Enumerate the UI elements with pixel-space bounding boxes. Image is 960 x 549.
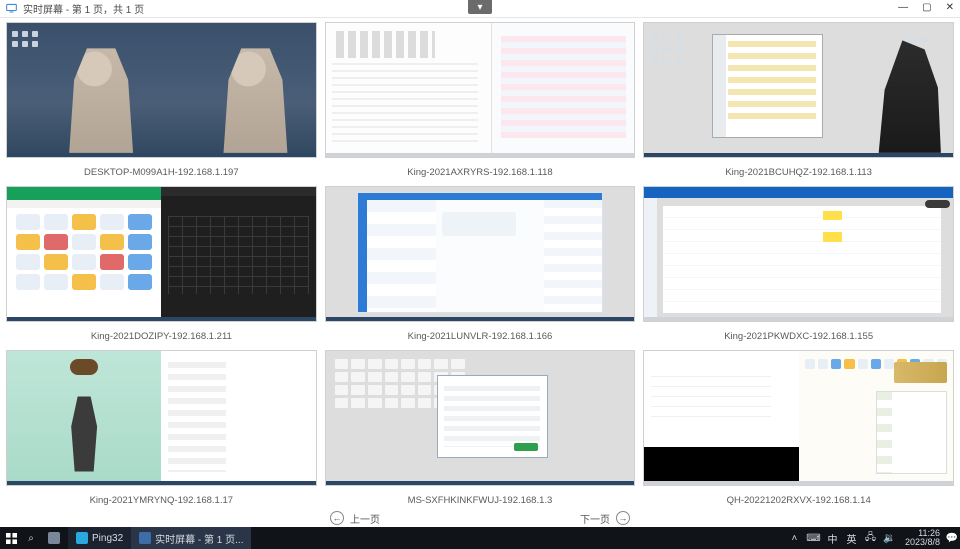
screen-thumb[interactable]: King-2021YMRYNQ-192.168.1.17 <box>6 350 317 509</box>
os-taskbar: ⌕ Ping32 实时屏幕 - 第 1 页... ˄ ⌨ 中 英 🖧 🔉 11:… <box>0 527 960 549</box>
screen-preview <box>6 350 317 486</box>
app-icon <box>76 532 88 544</box>
screen-label: MS-SXFHKINKFWUJ-192.168.1.3 <box>325 490 636 509</box>
prev-page-label: 上一页 <box>350 511 380 526</box>
next-page-button[interactable]: 下一页 → <box>580 511 630 526</box>
window-controls: — ▢ ✕ <box>898 3 954 13</box>
volume-icon[interactable]: 🔉 <box>884 533 895 544</box>
screen-label: King-2021YMRYNQ-192.168.1.17 <box>6 490 317 509</box>
taskbar-app-label: Ping32 <box>92 533 123 544</box>
taskview-icon <box>48 532 60 544</box>
system-tray: ˄ ⌨ 中 英 🖧 🔉 <box>783 533 901 544</box>
screen-thumb[interactable]: King-2021LUNVLR-192.168.1.166 <box>325 186 636 348</box>
next-page-label: 下一页 <box>580 511 610 526</box>
screen-label: King-2021PKWDXC-192.168.1.155 <box>643 326 954 348</box>
maximize-button[interactable]: ▢ <box>922 3 931 13</box>
minimize-button[interactable]: — <box>898 3 908 13</box>
search-button[interactable]: ⌕ <box>22 533 40 544</box>
screen-label: King-2021DOZIPY-192.168.1.211 <box>6 326 317 348</box>
titlebar: 实时屏幕 - 第 1 页，共 1 页 ▾ — ▢ ✕ <box>0 0 960 18</box>
screen-thumb[interactable]: King-2021DOZIPY-192.168.1.211 <box>6 186 317 348</box>
taskbar-app-realtime[interactable]: 实时屏幕 - 第 1 页... <box>131 527 251 549</box>
screen-preview <box>643 350 954 486</box>
screen-preview <box>325 350 636 486</box>
action-center-button[interactable]: 💬 <box>944 533 960 544</box>
screen-preview <box>325 22 636 158</box>
clock-date: 2023/8/8 <box>905 538 940 547</box>
screen-thumb[interactable]: King-2021BCUHQZ-192.168.1.113 <box>643 22 954 184</box>
screen-preview <box>325 186 636 322</box>
screen-grid: DESKTOP-M099A1H-192.168.1.197 King-2021A… <box>0 18 960 509</box>
tray-overflow-icon[interactable]: ˄ <box>789 533 800 544</box>
screen-preview <box>6 186 317 322</box>
screen-thumb[interactable]: QH-20221202RXVX-192.168.1.14 <box>643 350 954 509</box>
taskbar-taskview[interactable] <box>40 527 68 549</box>
screen-preview <box>643 186 954 322</box>
screen-thumb[interactable]: MS-SXFHKINKFWUJ-192.168.1.3 <box>325 350 636 509</box>
search-icon: ⌕ <box>28 533 34 544</box>
pager: ← 上一页 下一页 → <box>0 509 960 527</box>
screen-preview <box>643 22 954 158</box>
taskbar-clock[interactable]: 11:26 2023/8/8 <box>901 529 944 547</box>
screen-label: King-2021AXRYRS-192.168.1.118 <box>325 162 636 184</box>
arrow-left-icon: ← <box>330 511 344 525</box>
ime-lang-icon[interactable]: 中 <box>827 533 838 544</box>
start-button[interactable] <box>0 527 22 549</box>
arrow-right-icon: → <box>616 511 630 525</box>
screen-preview <box>6 22 317 158</box>
taskbar-app-ping32[interactable]: Ping32 <box>68 527 131 549</box>
chevron-down-icon: ▾ <box>477 2 482 13</box>
screen-label: King-2021BCUHQZ-192.168.1.113 <box>643 162 954 184</box>
notification-icon: 💬 <box>946 533 958 544</box>
toolbar-dropdown[interactable]: ▾ <box>468 0 492 14</box>
prev-page-button[interactable]: ← 上一页 <box>330 511 380 526</box>
app-icon <box>139 532 151 544</box>
close-button[interactable]: ✕ <box>946 3 954 13</box>
network-icon[interactable]: 🖧 <box>865 533 876 544</box>
screen-label: King-2021LUNVLR-192.168.1.166 <box>325 326 636 348</box>
monitor-icon <box>6 3 17 14</box>
screen-thumb[interactable]: King-2021PKWDXC-192.168.1.155 <box>643 186 954 348</box>
screen-thumb[interactable]: DESKTOP-M099A1H-192.168.1.197 <box>6 22 317 184</box>
screen-label: QH-20221202RXVX-192.168.1.14 <box>643 490 954 509</box>
ime-mode-icon[interactable]: 英 <box>846 533 857 544</box>
screen-thumb[interactable]: King-2021AXRYRS-192.168.1.118 <box>325 22 636 184</box>
taskbar-app-label: 实时屏幕 - 第 1 页... <box>155 531 243 546</box>
screen-label: DESKTOP-M099A1H-192.168.1.197 <box>6 162 317 184</box>
ime-icon[interactable]: ⌨ <box>808 533 819 544</box>
window-title: 实时屏幕 - 第 1 页，共 1 页 <box>23 1 144 16</box>
